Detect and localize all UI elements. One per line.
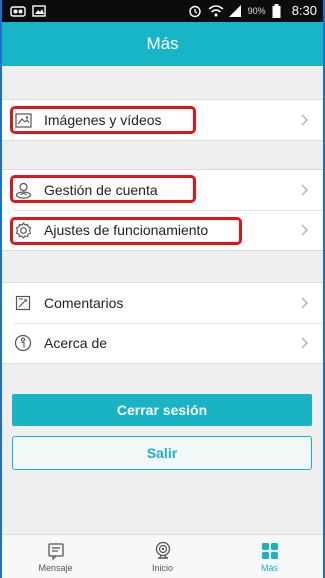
signal-icon — [228, 4, 242, 18]
menu-group-about: Comentarios Acerca de — [2, 282, 323, 364]
tab-home[interactable]: Inicio — [109, 535, 216, 578]
camera-icon — [153, 541, 173, 561]
battery-icon — [272, 3, 286, 18]
message-icon — [46, 541, 66, 561]
chevron-right-icon — [299, 112, 311, 128]
image-notification-icon — [32, 4, 46, 18]
account-icon — [14, 181, 32, 199]
tab-label: Más — [260, 562, 278, 573]
tab-label: Mensaje — [38, 562, 73, 573]
wifi-icon — [208, 4, 224, 18]
tab-label: Inicio — [151, 562, 173, 573]
chevron-right-icon — [299, 335, 311, 351]
menu-item-account[interactable]: Gestión de cuenta — [2, 170, 323, 210]
app-notification-icon — [10, 4, 26, 18]
chevron-right-icon — [299, 222, 311, 238]
menu-item-label: Acerca de — [44, 335, 108, 351]
menu-item-label: Comentarios — [44, 295, 124, 311]
status-bar: 90% 8:30 — [2, 0, 323, 22]
gear-icon — [14, 221, 32, 239]
tab-more[interactable]: Más — [216, 535, 323, 578]
menu-group-media: Imágenes y vídeos — [2, 99, 323, 141]
chevron-right-icon — [299, 182, 311, 198]
menu-item-images-videos[interactable]: Imágenes y vídeos — [2, 100, 323, 140]
grid-icon — [260, 541, 280, 561]
chevron-right-icon — [299, 295, 311, 311]
menu-group-settings: Gestión de cuenta Ajustes de funcionamie… — [2, 169, 323, 251]
menu-item-label: Gestión de cuenta — [44, 182, 158, 198]
image-icon — [14, 111, 32, 129]
menu-item-operation-settings[interactable]: Ajustes de funcionamiento — [2, 210, 323, 250]
page-title: Más — [2, 22, 323, 66]
feedback-icon — [14, 294, 32, 312]
alarm-icon — [188, 4, 202, 18]
menu-item-feedback[interactable]: Comentarios — [2, 283, 323, 323]
clock: 8:30 — [291, 3, 317, 18]
info-icon — [14, 334, 32, 352]
menu-item-label: Ajustes de funcionamiento — [44, 222, 209, 238]
battery-percent: 90% — [247, 5, 266, 16]
bottom-tab-bar: Mensaje Inicio Más — [2, 534, 323, 578]
menu-item-label: Imágenes y vídeos — [44, 112, 162, 128]
app-screen: 90% 8:30 Más Imágenes y vídeos Gestión d… — [2, 0, 323, 578]
logout-button[interactable]: Cerrar sesión — [12, 394, 312, 426]
menu-item-about[interactable]: Acerca de — [2, 323, 323, 363]
exit-button[interactable]: Salir — [12, 436, 312, 470]
tab-message[interactable]: Mensaje — [2, 535, 109, 578]
